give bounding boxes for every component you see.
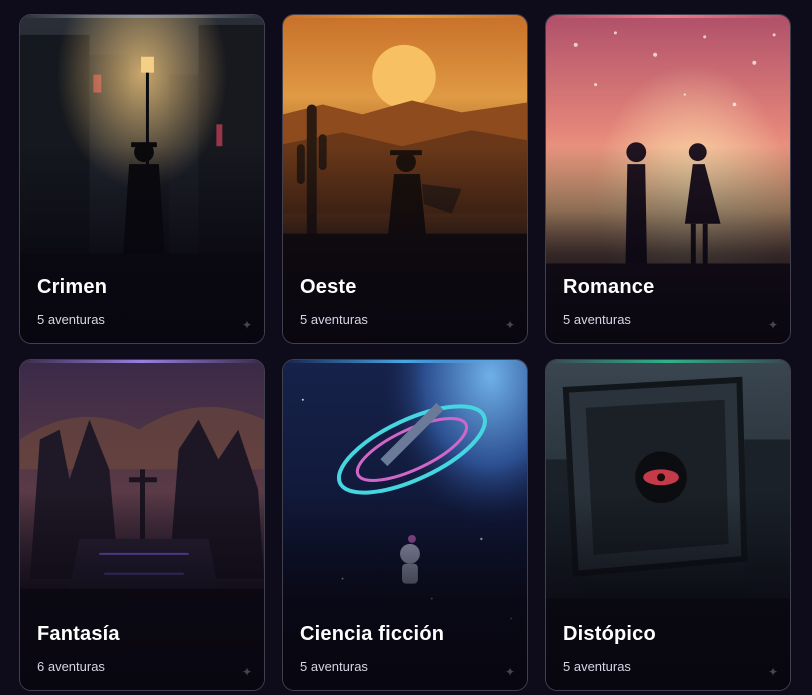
genre-count: 6 aventuras — [37, 659, 105, 674]
sparkle-icon: ✦ — [768, 318, 779, 332]
genre-title: Distópico — [563, 623, 656, 645]
genre-count: 5 aventuras — [300, 312, 368, 327]
genre-title: Fantasía — [37, 623, 120, 645]
genre-count: 5 aventuras — [300, 659, 368, 674]
genre-count: 5 aventuras — [563, 312, 631, 327]
sparkle-icon: ✦ — [505, 665, 516, 679]
genre-card-oeste[interactable]: Oeste 5 aventuras ✦ — [282, 14, 528, 344]
accent-line — [283, 15, 527, 18]
accent-line — [20, 360, 264, 363]
accent-line — [20, 15, 264, 18]
genre-title: Romance — [563, 276, 655, 298]
accent-line — [283, 360, 527, 363]
sparkle-icon: ✦ — [242, 318, 253, 332]
genre-title: Oeste — [300, 276, 357, 298]
genre-title: Ciencia ficción — [300, 623, 445, 645]
genre-card-ciencia-ficcion[interactable]: Ciencia ficción 5 aventuras ✦ — [282, 359, 528, 691]
sparkle-icon: ✦ — [242, 665, 253, 679]
genre-card-crimen[interactable]: Crimen 5 aventuras ✦ — [19, 14, 265, 344]
genre-grid: Crimen 5 aventuras ✦ Oeste 5 aventuras ✦… — [0, 0, 812, 695]
sparkle-icon: ✦ — [505, 318, 516, 332]
genre-card-distopico[interactable]: Distópico 5 aventuras ✦ — [545, 359, 791, 691]
accent-line — [546, 15, 790, 18]
genre-count: 5 aventuras — [563, 659, 631, 674]
genre-card-romance[interactable]: Romance 5 aventuras ✦ — [545, 14, 791, 344]
genre-count: 5 aventuras — [37, 312, 105, 327]
genre-title: Crimen — [37, 276, 108, 298]
sparkle-icon: ✦ — [768, 665, 779, 679]
accent-line — [546, 360, 790, 363]
genre-card-fantasia[interactable]: Fantasía 6 aventuras ✦ — [19, 359, 265, 691]
